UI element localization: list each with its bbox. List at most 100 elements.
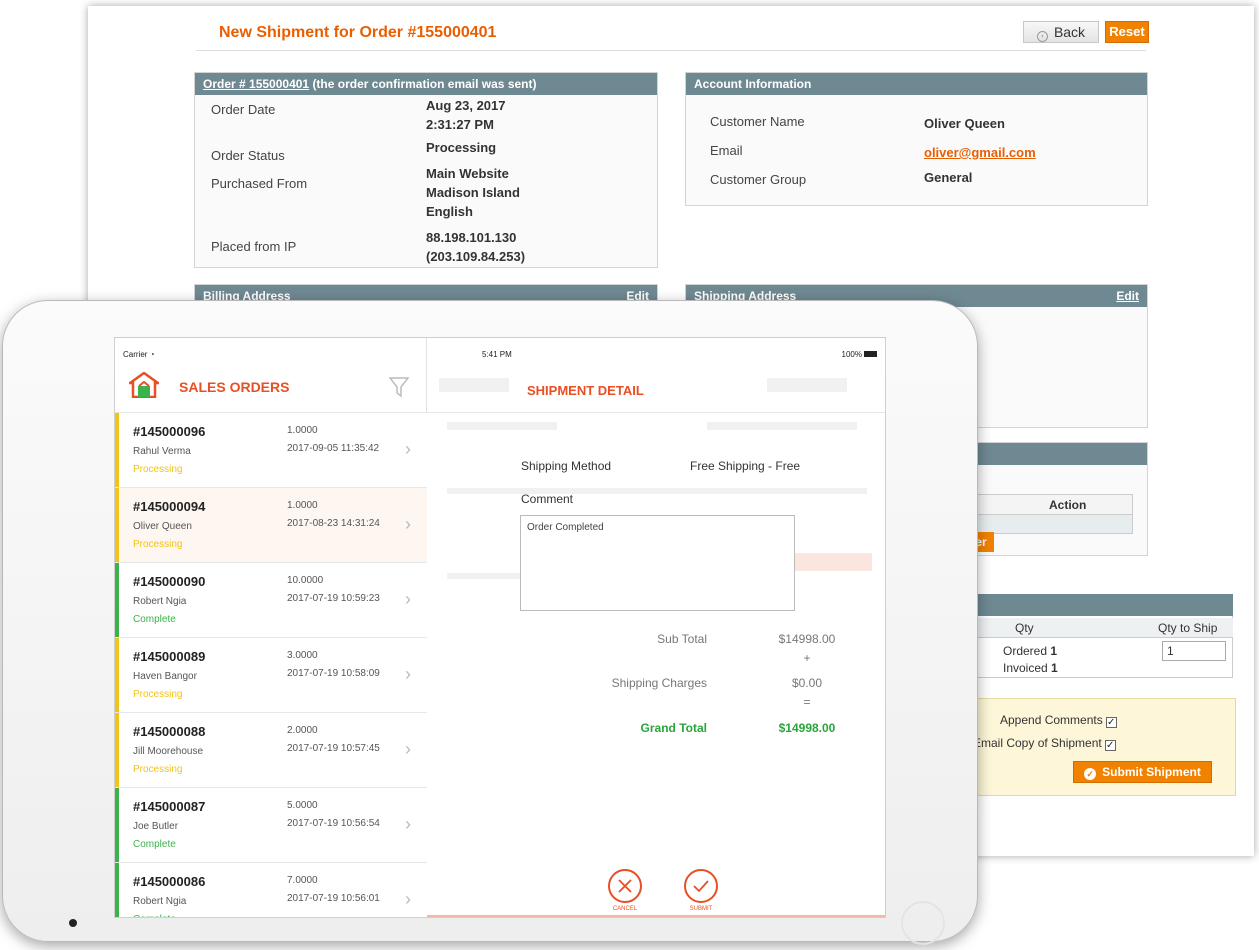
- shipping-edit-link[interactable]: Edit: [1116, 285, 1139, 307]
- check-icon: ✓: [1084, 768, 1097, 780]
- ordered-value: 1: [1050, 644, 1058, 658]
- sales-orders-title: SALES ORDERS: [179, 379, 290, 395]
- sales-orders-pane: Carrier ◔ SALES ORDERS #145000096 Rahul V…: [115, 338, 427, 917]
- order-customer: Oliver Queen: [133, 521, 192, 532]
- order-number: #145000089: [133, 649, 206, 664]
- invoiced-value: 1: [1051, 661, 1058, 675]
- order-status: Complete: [133, 914, 176, 917]
- append-comments-row: Append Comments ✓: [1000, 713, 1117, 728]
- order-date: 2017-07-19 10:56:01: [287, 893, 380, 904]
- order-customer: Robert Ngia: [133, 596, 187, 607]
- faded-background-text: [767, 378, 847, 392]
- order-customer: Haven Bangor: [133, 671, 197, 682]
- cancel-label: CANCEL: [612, 906, 638, 912]
- customer-name-value: Oliver Queen: [924, 116, 1005, 131]
- filter-icon[interactable]: [389, 376, 409, 398]
- customer-group-label: Customer Group: [710, 172, 807, 187]
- bottom-accent-line: [427, 915, 885, 917]
- order-amount: 1.0000: [287, 425, 318, 436]
- ordered-label: Ordered: [1003, 644, 1048, 658]
- ordered-qty: Ordered 1: [1003, 644, 1057, 658]
- status-color-bar: [115, 563, 119, 637]
- status-color-bar: [115, 713, 119, 787]
- append-comments-checkbox[interactable]: ✓: [1105, 717, 1117, 728]
- chevron-right-icon: ›: [405, 814, 411, 834]
- order-status-label: Order Status: [211, 148, 285, 163]
- faded-background-button: [782, 553, 872, 571]
- order-date-label: Order Date: [211, 102, 276, 117]
- status-color-bar: [115, 863, 119, 917]
- shipping-method-value: Free Shipping - Free: [690, 459, 801, 473]
- order-status-value: Processing: [426, 140, 497, 155]
- chevron-right-icon: ›: [405, 889, 411, 909]
- grand-total-value: $14998.00: [778, 721, 836, 735]
- detail-header-divider: [427, 412, 885, 413]
- order-amount: 3.0000: [287, 650, 318, 661]
- ip-line: (203.109.84.253): [426, 249, 526, 264]
- order-list-item[interactable]: #145000094 Oliver Queen Processing 1.0000 20…: [115, 488, 427, 563]
- tablet-screen: Carrier ◔ SALES ORDERS #145000096 Rahul V…: [114, 337, 886, 918]
- order-list-item[interactable]: #145000086 Robert Ngia Complete 7.0000 2017-…: [115, 863, 427, 917]
- shipping-method-label: Shipping Method: [521, 459, 612, 473]
- order-date: 2017-09-05 11:35:42: [287, 443, 380, 454]
- qty-to-ship-input[interactable]: 1: [1162, 641, 1226, 661]
- action-column-header: Action: [969, 495, 1132, 515]
- carrier-status: Carrier ◔: [123, 350, 155, 359]
- submit-shipment-label: Submit Shipment: [1102, 765, 1201, 779]
- reset-button[interactable]: Reset: [1105, 21, 1149, 43]
- invoiced-qty: Invoiced 1: [1003, 661, 1058, 675]
- order-amount: 1.0000: [287, 500, 318, 511]
- back-arrow-icon: ‹: [1036, 31, 1048, 42]
- checkmark-icon: [693, 880, 709, 893]
- submit-shipment-button[interactable]: ✓ Submit Shipment: [1073, 761, 1212, 783]
- close-icon: [618, 879, 632, 893]
- store-line: English: [426, 204, 473, 219]
- account-info-header: Account Information: [686, 73, 1147, 95]
- order-list-item[interactable]: #145000089 Haven Bangor Processing 3.0000 20…: [115, 638, 427, 713]
- chevron-right-icon: ›: [405, 514, 411, 534]
- order-link[interactable]: Order # 155000401: [203, 77, 309, 91]
- invoiced-label: Invoiced: [1003, 661, 1048, 675]
- submit-button[interactable]: [684, 869, 718, 903]
- faded-background-text: [439, 378, 509, 392]
- carrier-text: Carrier: [123, 350, 148, 359]
- page-title: New Shipment for Order #155000401: [219, 24, 497, 41]
- order-list-item[interactable]: #145000096 Rahul Verma Processing 1.0000 201…: [115, 413, 427, 488]
- order-status: Complete: [133, 839, 176, 850]
- order-amount: 2.0000: [287, 725, 318, 736]
- faded-background-text: [447, 488, 867, 494]
- status-color-bar: [115, 413, 119, 487]
- email-copy-row: Email Copy of Shipment ✓: [973, 736, 1116, 751]
- comment-textarea[interactable]: Order Completed: [520, 515, 795, 611]
- tracking-table: Action: [968, 494, 1133, 534]
- order-date: 2017-07-19 10:57:45: [287, 743, 380, 754]
- order-number: #145000086: [133, 874, 206, 889]
- store-line: Main Website: [426, 166, 509, 181]
- back-label: Back: [1053, 24, 1086, 40]
- back-button[interactable]: ‹ Back: [1023, 21, 1099, 43]
- order-date-line: Aug 23, 2017: [426, 98, 506, 113]
- shipment-detail-title: SHIPMENT DETAIL: [527, 383, 644, 398]
- store-logo-icon: [129, 372, 159, 398]
- chevron-right-icon: ›: [405, 664, 411, 684]
- order-status: Processing: [133, 689, 183, 700]
- order-customer: Rahul Verma: [133, 446, 191, 457]
- home-button[interactable]: [901, 901, 945, 945]
- order-list-item[interactable]: #145000088 Jill Moorehouse Processing 2.000…: [115, 713, 427, 788]
- purchased-from-value: Main Website Madison Island English: [426, 164, 520, 221]
- shipping-charges-label: Shipping Charges: [611, 676, 707, 690]
- email-link[interactable]: oliver@gmail.com: [924, 143, 1036, 162]
- order-date: 2017-07-19 10:59:23: [287, 593, 380, 604]
- order-list-item[interactable]: #145000090 Robert Ngia Complete 10.0000 2017…: [115, 563, 427, 638]
- cancel-button[interactable]: [608, 869, 642, 903]
- shipping-charges-value: $0.00: [791, 676, 823, 690]
- order-date: 2017-07-19 10:56:54: [287, 818, 380, 829]
- battery-text: 100%: [841, 350, 862, 359]
- order-amount: 7.0000: [287, 875, 318, 886]
- sub-total-label: Sub Total: [657, 632, 707, 646]
- order-list-item[interactable]: #145000087 Joe Butler Complete 5.0000 2017-0…: [115, 788, 427, 863]
- title-divider: [196, 50, 1146, 51]
- email-copy-checkbox[interactable]: ✓: [1104, 740, 1116, 751]
- faded-background-text: [707, 422, 857, 430]
- order-status: Processing: [133, 764, 183, 775]
